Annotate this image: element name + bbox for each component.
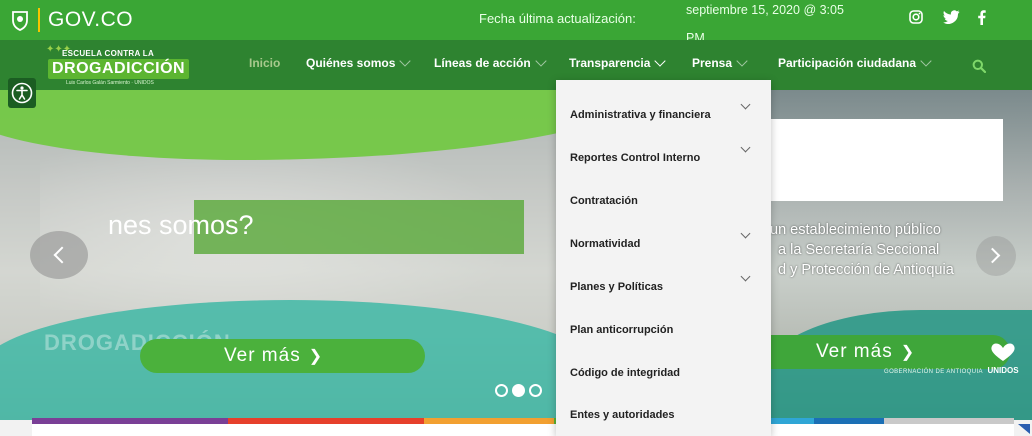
chevron-down-icon[interactable] (740, 99, 751, 110)
facebook-icon[interactable] (971, 10, 991, 30)
nav-item-inicio[interactable]: Inicio (249, 56, 280, 70)
gov-separator (38, 8, 40, 32)
nav-item-prensa[interactable]: Prensa (692, 55, 748, 70)
dropdown-item-codigo-de-integridad[interactable]: Código de integridad (570, 367, 680, 379)
color-strip (32, 418, 1014, 424)
chevron-down-icon[interactable] (740, 228, 751, 239)
nav-item-label: Prensa (692, 56, 733, 70)
transparencia-dropdown: Administrativa y financiera Reportes Con… (556, 80, 771, 436)
chevron-down-icon (920, 55, 932, 67)
hero-headline: nes somos? (108, 210, 254, 240)
slider-dot[interactable] (529, 384, 542, 397)
color-strip-segment (228, 418, 424, 424)
ver-mas-label: Ver más (816, 341, 893, 362)
dropdown-item-normatividad[interactable]: Normatividad (570, 238, 640, 250)
chevron-down-icon[interactable] (740, 271, 751, 282)
hero-white-panel (770, 119, 1003, 201)
chevron-down-icon (736, 55, 748, 67)
search-icon[interactable] (972, 59, 986, 73)
slider-dot-active[interactable] (512, 384, 525, 397)
nav-item-participacion-ciudadana[interactable]: Participación ciudadana (778, 55, 932, 70)
gov-co-text: GOV.CO (48, 8, 134, 31)
nav-item-quienes-somos[interactable]: Quiénes somos (306, 55, 412, 70)
nav-item-label: Líneas de acción (434, 56, 531, 70)
arrow-right-icon: ❯ (900, 344, 916, 361)
dropdown-item-administrativa[interactable]: Administrativa y financiera (570, 109, 711, 121)
unidos-logo: UNIDOS (978, 342, 1028, 375)
dropdown-item-reportes-control-interno[interactable]: Reportes Control Interno (570, 152, 700, 164)
heart-icon (991, 343, 1015, 361)
chevron-down-icon[interactable] (740, 142, 751, 153)
last-update-label: Fecha última actualización: (479, 11, 636, 26)
accessibility-icon (11, 82, 33, 104)
logo-line-1: ESCUELA CONTRA LA (62, 49, 155, 58)
color-strip-segment (814, 418, 884, 424)
main-navigation: ✦✦✦ ESCUELA CONTRA LA DROGADICCIÓN Luis … (0, 40, 1032, 90)
nav-item-label: Inicio (249, 56, 281, 70)
color-strip-segment (884, 418, 1014, 424)
chevron-down-icon (654, 55, 667, 67)
colombia-shield-icon (12, 11, 28, 31)
twitter-icon[interactable] (941, 10, 961, 30)
site-logo[interactable]: ✦✦✦ ESCUELA CONTRA LA DROGADICCIÓN Luis … (46, 44, 196, 88)
logo-line-2: DROGADICCIÓN (48, 59, 190, 79)
unidos-text: UNIDOS (987, 366, 1019, 375)
ver-mas-button-right[interactable]: Ver más ❯ (770, 335, 1010, 369)
arrow-right-icon: ❯ (308, 348, 324, 365)
chevron-down-icon (399, 55, 412, 67)
ver-mas-button-left[interactable]: Ver más ❯ (140, 339, 425, 373)
ver-mas-label: Ver más (224, 345, 301, 366)
color-strip-segment (32, 418, 228, 424)
dropdown-item-plan-anticorrupcion[interactable]: Plan anticorrupción (570, 324, 673, 336)
nav-item-label: Transparencia (569, 56, 651, 70)
dropdown-item-planes-y-politicas[interactable]: Planes y Políticas (570, 281, 663, 293)
instagram-icon[interactable] (906, 10, 926, 30)
color-strip-segment (424, 418, 554, 424)
gov-co-bar: GOV.CO Fecha última actualización: septi… (0, 0, 1032, 45)
chevron-down-icon (535, 55, 547, 67)
gobernacion-logo-text: GOBERNACIÓN DE ANTIOQUIA (884, 369, 983, 375)
dropdown-item-entes-y-autoridades[interactable]: Entes y autoridades (570, 409, 675, 421)
slider-dots (495, 384, 542, 397)
dropdown-item-contratacion[interactable]: Contratación (570, 195, 638, 207)
accessibility-button[interactable] (8, 78, 36, 108)
nav-item-label: Quiénes somos (306, 56, 396, 70)
slider-next-button[interactable] (976, 236, 1016, 276)
nav-item-label: Participación ciudadana (778, 56, 917, 70)
slider-prev-button[interactable] (30, 231, 88, 279)
nav-item-lineas-de-accion[interactable]: Líneas de acción (434, 55, 547, 70)
nav-item-transparencia[interactable]: Transparencia (569, 55, 667, 70)
hero-description: un establecimiento público a la Secretar… (770, 222, 954, 278)
logo-line-3: Luis Carlos Galán Sarmiento · UNIDOS (66, 80, 154, 86)
corner-arrow-icon (1018, 424, 1030, 434)
slider-dot[interactable] (495, 384, 508, 397)
gov-co-logo[interactable]: GOV.CO (10, 8, 133, 32)
hero-slider: DROGADICCIÓN nes somos? un establecimien… (0, 90, 1032, 420)
